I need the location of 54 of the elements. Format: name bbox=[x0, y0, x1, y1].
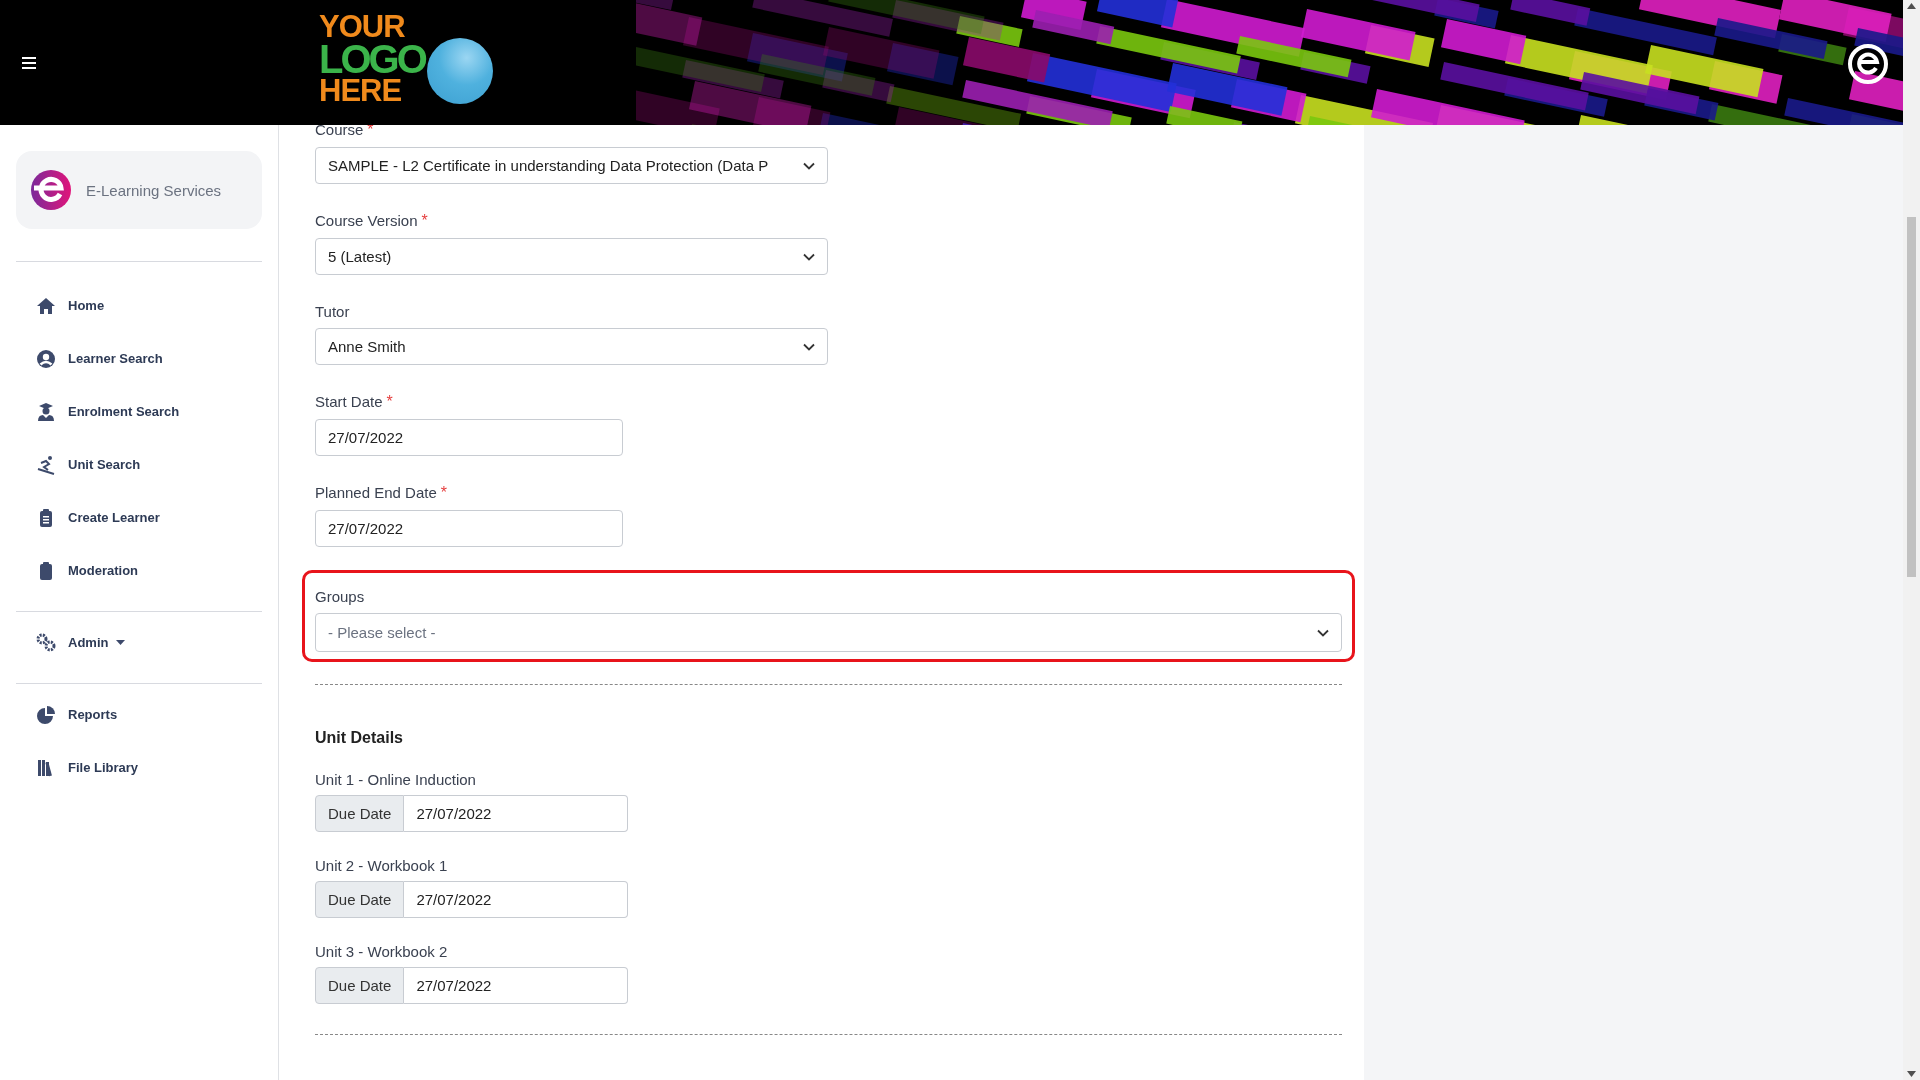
required-mark: * bbox=[440, 484, 447, 502]
nav-link[interactable]: Learner Search bbox=[68, 351, 163, 366]
caret-icon bbox=[116, 640, 126, 645]
skier-icon bbox=[36, 454, 56, 475]
field-label: Course bbox=[315, 121, 364, 138]
required-mark: * bbox=[421, 212, 428, 230]
field-label: Tutor bbox=[315, 303, 350, 320]
nav-link[interactable]: Unit Search bbox=[68, 457, 141, 472]
chevron-icon bbox=[803, 342, 815, 351]
scroll-down-icon[interactable] bbox=[1907, 1071, 1916, 1077]
select-field[interactable]: 5 (Latest) bbox=[315, 238, 828, 275]
nav-link[interactable]: Home bbox=[68, 298, 105, 313]
date-field[interactable]: 27/07/2022 bbox=[315, 419, 623, 456]
scroll-up-icon[interactable] bbox=[1907, 3, 1916, 9]
nav-link[interactable]: File Library bbox=[68, 760, 139, 775]
select-field[interactable]: - Please select - bbox=[315, 613, 1342, 652]
section-title: Unit Details bbox=[315, 729, 404, 747]
unit-label: Unit 3 - Workbook 2 bbox=[315, 943, 449, 960]
e-logo-icon bbox=[1847, 43, 1889, 85]
input-addon: Due Date bbox=[315, 795, 405, 832]
chevron-icon bbox=[803, 252, 815, 261]
brand-name: E-Learning Services bbox=[86, 181, 222, 199]
nav-link[interactable]: Moderation bbox=[68, 563, 139, 578]
e-logo-icon bbox=[30, 169, 72, 211]
date-field[interactable]: 27/07/2022 bbox=[404, 967, 629, 1004]
user-icon bbox=[36, 348, 56, 369]
scrollbar-thumb[interactable] bbox=[1907, 217, 1916, 577]
field-label: Planned End Date bbox=[315, 484, 437, 501]
pie-chart-icon bbox=[36, 704, 56, 725]
unit-label: Unit 1 - Online Induction bbox=[315, 771, 477, 788]
date-field[interactable]: 27/07/2022 bbox=[404, 795, 629, 832]
logo-text: LOGO bbox=[319, 42, 425, 75]
date-field[interactable]: 27/07/2022 bbox=[315, 510, 623, 547]
home-icon bbox=[36, 295, 56, 316]
select-field[interactable]: Anne Smith bbox=[315, 328, 828, 365]
field-label: Start Date bbox=[315, 393, 383, 410]
nav-menu[interactable]: Admin bbox=[68, 635, 109, 650]
required-mark: * bbox=[386, 393, 393, 411]
chevron-icon bbox=[1317, 628, 1329, 637]
menu-icon[interactable] bbox=[22, 56, 36, 69]
nav-link[interactable]: Reports bbox=[68, 707, 118, 722]
input-addon: Due Date bbox=[315, 881, 405, 918]
logo-text: HERE bbox=[319, 74, 402, 107]
graduate-icon bbox=[36, 401, 56, 422]
select-field[interactable]: SAMPLE - L2 Certificate in understanding Data Protection (Data P bbox=[315, 147, 828, 184]
date-field[interactable]: 27/07/2022 bbox=[404, 881, 629, 918]
nav-link[interactable]: Enrolment Search bbox=[68, 404, 180, 419]
logo-text: YOUR bbox=[319, 10, 406, 43]
field-label: Groups bbox=[315, 588, 365, 605]
unit-label: Unit 2 - Workbook 1 bbox=[315, 857, 449, 874]
chevron-icon bbox=[803, 161, 815, 170]
field-label: Course Version bbox=[315, 212, 418, 229]
input-addon: Due Date bbox=[315, 967, 405, 1004]
nav-link[interactable]: Create Learner bbox=[68, 510, 160, 525]
